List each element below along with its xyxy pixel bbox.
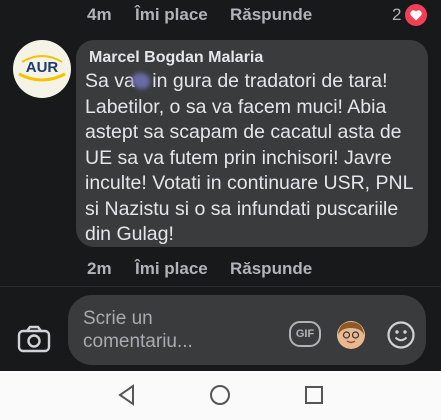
avatar[interactable]: AUR <box>13 40 71 98</box>
reaction-count[interactable]: 2 <box>392 5 401 25</box>
recents-icon[interactable] <box>304 385 324 410</box>
comment-input[interactable]: Scrie un comentariu... GIF <box>68 295 426 365</box>
comment-text-start: Sa va <box>85 70 135 92</box>
back-icon[interactable] <box>116 384 138 411</box>
divider <box>0 286 441 287</box>
like-button[interactable]: Îmi place <box>135 5 208 25</box>
comment-time: 4m <box>87 5 112 24</box>
comment-text-rest: in gura de tradatori de tara! Labetilor,… <box>85 70 413 245</box>
reply-button[interactable]: Răspunde <box>230 259 312 279</box>
camera-icon[interactable] <box>17 325 51 358</box>
comment-author[interactable]: Marcel Bogdan Malaria <box>89 49 263 67</box>
navigation-bar <box>0 371 441 420</box>
comment-input-placeholder: Scrie un comentariu... <box>83 308 193 352</box>
like-button[interactable]: Îmi place <box>135 259 208 279</box>
reply-button[interactable]: Răspunde <box>230 5 312 25</box>
comment-time: 2m <box>87 259 112 278</box>
comment-text: Sa va in gura de tradatori de tara! Labe… <box>85 69 421 248</box>
heart-icon[interactable] <box>405 4 427 26</box>
emoji-icon[interactable] <box>386 320 416 355</box>
home-icon[interactable] <box>209 384 231 411</box>
avatar-logo-text: AUR <box>26 59 59 76</box>
gif-icon[interactable]: GIF <box>289 321 321 347</box>
avatar-sticker-icon[interactable] <box>336 320 366 355</box>
comment-bubble[interactable]: Marcel Bogdan Malaria Sa va in gura de t… <box>76 40 428 247</box>
censor-blur <box>132 73 151 89</box>
